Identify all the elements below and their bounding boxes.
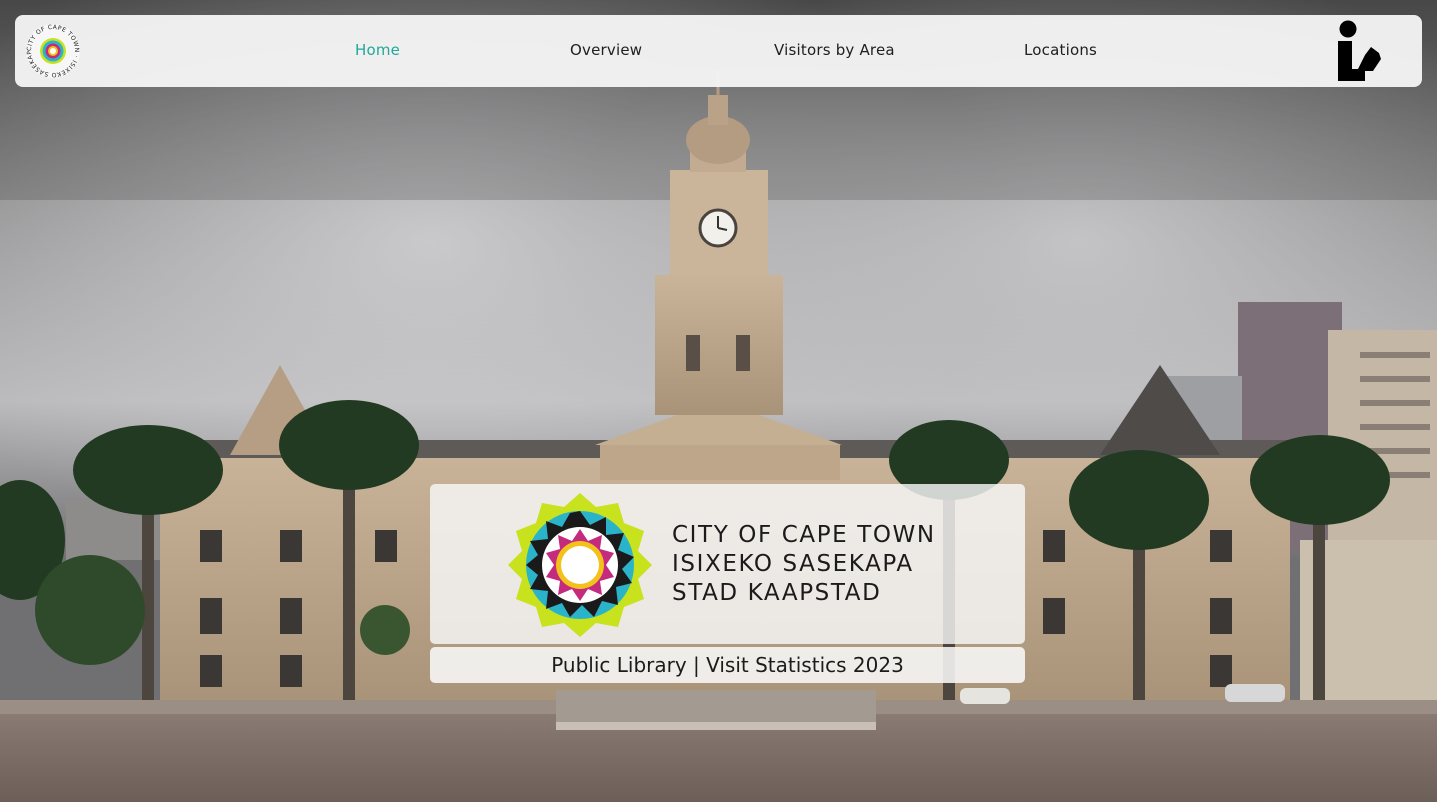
brand-line-afrikaans: STAD KAAPSTAD [672, 580, 882, 606]
nav-visitors-by-area-link[interactable]: Visitors by Area [774, 41, 895, 59]
brand-line-english: CITY OF CAPE TOWN [672, 522, 936, 548]
brand-card: CITY OF CAPE TOWN ISIXEKO SASEKAPA STAD … [430, 484, 1025, 644]
nav-home-link[interactable]: Home [355, 41, 400, 59]
page-caption: Public Library | Visit Statistics 2023 [430, 647, 1025, 683]
top-navigation-bar: CITY OF CAPE TOWN · ISIXEKO SASEKAPA · S… [15, 15, 1422, 87]
brand-line-xhosa: ISIXEKO SASEKAPA [672, 551, 914, 577]
city-logo-icon[interactable]: CITY OF CAPE TOWN · ISIXEKO SASEKAPA · S… [25, 23, 81, 79]
nav-locations-link[interactable]: Locations [1024, 41, 1097, 59]
city-emblem-icon [508, 493, 652, 637]
nav-overview-link[interactable]: Overview [570, 41, 642, 59]
library-reader-icon[interactable] [1335, 19, 1385, 83]
